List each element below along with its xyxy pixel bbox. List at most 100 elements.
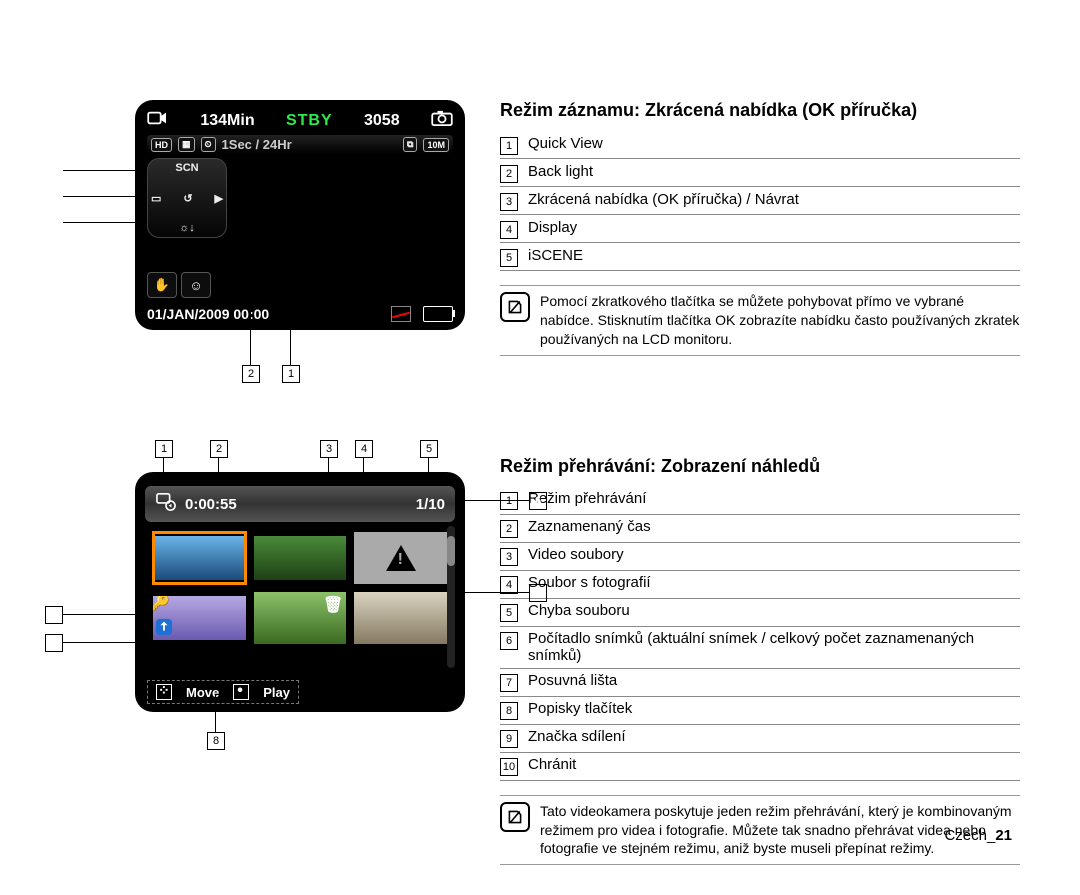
elapsed-time: 0:00:55 (185, 496, 237, 513)
camera-icon (431, 110, 453, 131)
callout-num-p8: 8 (207, 732, 225, 750)
section2: Režim přehrávání: Zobrazení náhledů 1Rež… (500, 456, 1020, 866)
callout-num-p2: 2 (210, 440, 228, 458)
battery-icon (423, 306, 453, 322)
section2-note: Tato videokamera poskytuje jeden režim p… (500, 795, 1020, 866)
callout-line-p10 (63, 614, 135, 615)
manual-page: 134Min STBY 3058 HD ▦ ⏲ 1Sec / 24Hr ⧉ 10… (0, 0, 1080, 895)
callout-num-p10: 10 (45, 606, 63, 624)
pad-left-icon: ▭ (151, 192, 161, 205)
scrollbar-knob[interactable] (447, 536, 455, 566)
callout-line-4: 4 (63, 196, 135, 197)
list-item: 1Quick View (500, 131, 1020, 159)
section1-note: Pomocí zkratkového tlačítka se můžete po… (500, 285, 1020, 356)
list-item: 2Back light (500, 159, 1020, 187)
callout-line-5: 5 (63, 170, 135, 171)
resolution-10m-badge: 10M (423, 138, 449, 152)
lcd2-top-callouts: 1 2 3 4 5 (135, 440, 470, 472)
pad-ok-icon: ↺ (183, 192, 192, 205)
list-item: 5Chyba souboru (500, 599, 1020, 627)
lcd1-bottom-callouts: 2 1 (135, 330, 470, 380)
scrollbar[interactable] (447, 526, 455, 668)
face-detect-icon: ☺ (181, 272, 211, 298)
callout-num-p5: 5 (420, 440, 438, 458)
callout-line-p8 (215, 694, 216, 732)
callout-line-p7 (465, 592, 529, 593)
list-item: 2Zaznamenaný čas (500, 515, 1020, 543)
callout-line-1 (290, 200, 291, 365)
thumbnail-2[interactable] (254, 532, 347, 584)
hd-badge: HD (151, 138, 172, 152)
lcd2-topbar: 0:00:55 1/10 (145, 486, 455, 522)
section1-heading: Režim záznamu: Zkrácená nabídka (OK přír… (500, 100, 1020, 121)
pad-up-icon: SCN (175, 162, 198, 174)
list-item: 6Počítadlo snímků (aktuální snímek / cel… (500, 627, 1020, 669)
list-item: 8Popisky tlačítek (500, 697, 1020, 725)
photos-remaining: 3058 (364, 112, 400, 130)
note-icon (500, 292, 530, 322)
move-guide-icon (156, 684, 172, 700)
callout-line-p6 (465, 500, 529, 501)
callout-num-2: 2 (242, 365, 260, 383)
thumbnail-6[interactable] (354, 592, 447, 644)
thumbnail-5[interactable]: 🗑 (254, 592, 347, 644)
callout-num-p9: 9 (45, 634, 63, 652)
trash-icon: 🗑 (323, 595, 343, 615)
callout-line-2 (250, 220, 251, 365)
play-label: Play (263, 685, 290, 700)
pad-right-icon: ▶ (215, 192, 223, 205)
status-stby: STBY (286, 112, 333, 130)
list-item: 3Video soubory (500, 543, 1020, 571)
anti-shake-icon: ✋ (147, 272, 177, 298)
lcd2-bottom-callouts: 8 (135, 712, 470, 752)
ok-shortcut-pad: SCN ▭ ↺ ▶ ☼↓ (147, 158, 227, 238)
camcorder-icon (147, 110, 169, 131)
lcd-record-screen: 134Min STBY 3058 HD ▦ ⏲ 1Sec / 24Hr ⧉ 10… (135, 100, 465, 330)
left-column: 134Min STBY 3058 HD ▦ ⏲ 1Sec / 24Hr ⧉ 10… (60, 100, 470, 865)
list-item: 4Display (500, 215, 1020, 243)
pad-down-icon: ☼↓ (179, 222, 195, 234)
list-item: 5iSCENE (500, 243, 1020, 271)
thumbnail-error[interactable] (354, 532, 447, 584)
right-column: Režim záznamu: Zkrácená nabídka (OK přír… (500, 100, 1020, 865)
card-icon (391, 306, 411, 322)
size-badge-1: ⧉ (403, 137, 417, 152)
thumbnail-4[interactable]: 🔑 (153, 592, 246, 644)
callout-num-p1: 1 (155, 440, 173, 458)
callout-num-p6: 6 (529, 492, 547, 510)
lcd1-bottom: 01/JAN/2009 00:00 (135, 300, 465, 330)
callout-num-p4: 4 (355, 440, 373, 458)
minutes-remaining: 134Min (200, 112, 254, 130)
frame-counter: 1/10 (416, 496, 445, 513)
callout-num-p3: 3 (320, 440, 338, 458)
note-icon (500, 802, 530, 832)
lcd1-status-icons: ✋ ☺ (147, 272, 211, 298)
protect-icon: 🔑 (153, 593, 170, 613)
list-item: 10Chránit (500, 753, 1020, 781)
list-item: 1Režim přehrávání (500, 487, 1020, 515)
page-footer: Czech_21 (944, 827, 1012, 844)
callout-num-p7: 7 (529, 584, 547, 602)
lcd-playback-screen: 0:00:55 1/10 🔑 (135, 472, 465, 712)
play-guide-icon (233, 684, 249, 700)
section2-heading: Režim přehrávání: Zobrazení náhledů (500, 456, 1020, 477)
warning-icon (386, 545, 416, 571)
interval-text: 1Sec / 24Hr (222, 137, 292, 152)
lcd2-wrapper: 1 2 3 4 5 0:00:55 (60, 440, 470, 752)
callout-num-1: 1 (282, 365, 300, 383)
thumbnail-1[interactable] (153, 532, 246, 584)
button-guide: Move Play (147, 680, 299, 704)
callout-line-p9 (63, 642, 135, 643)
quality-badge: ▦ (178, 137, 195, 152)
section2-list: 1Režim přehrávání 2Zaznamenaný čas 3Vide… (500, 487, 1020, 781)
footer-lang: Czech (944, 827, 987, 844)
list-item: 4Soubor s fotografií (500, 571, 1020, 599)
timer-badge: ⏲ (201, 137, 216, 152)
footer-page: 21 (995, 827, 1012, 844)
list-item: 7Posuvná lišta (500, 669, 1020, 697)
thumbnail-grid: 🔑 🗑 (147, 528, 453, 644)
note-text: Pomocí zkratkového tlačítka se můžete po… (540, 292, 1020, 349)
lcd1-row2: HD ▦ ⏲ 1Sec / 24Hr ⧉ 10M (147, 135, 453, 154)
list-item: 3Zkrácená nabídka (OK příručka) / Návrat (500, 187, 1020, 215)
callout-line-3: 3 (63, 222, 135, 223)
